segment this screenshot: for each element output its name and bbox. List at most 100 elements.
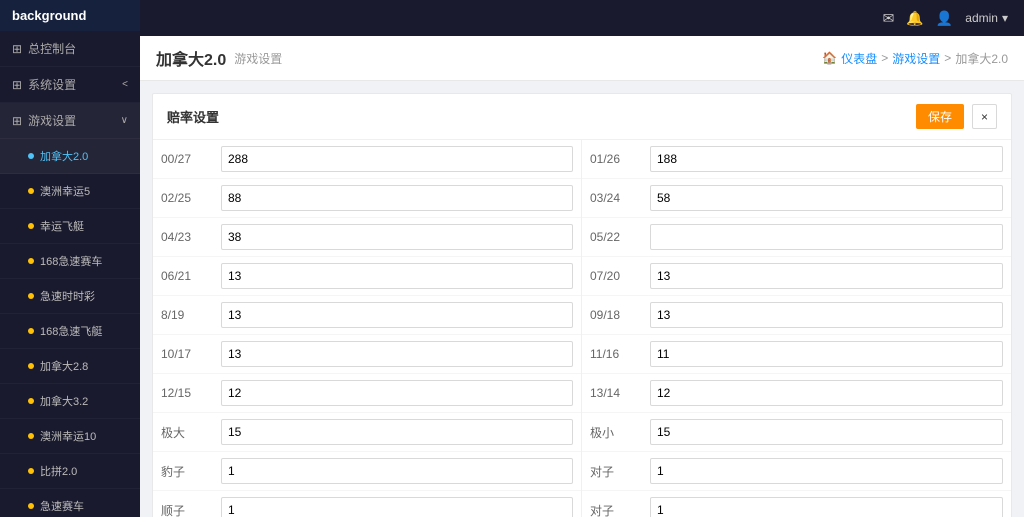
- odds-row-3: 06/21: [153, 257, 581, 296]
- odds-rrow-3: 07/20: [582, 257, 1011, 296]
- odds-input-4[interactable]: [221, 302, 573, 328]
- odds-input-0[interactable]: [221, 146, 573, 172]
- sidebar-item-lucky-fly[interactable]: 幸运飞艇: [0, 209, 140, 244]
- odds-rinput-9[interactable]: [650, 497, 1003, 517]
- odds-label-1: 02/25: [161, 191, 221, 205]
- sub-dot: [28, 223, 34, 229]
- odds-label-2: 04/23: [161, 230, 221, 244]
- close-button[interactable]: ×: [972, 104, 997, 129]
- odds-title: 赔率设置: [167, 107, 219, 126]
- email-icon[interactable]: ✉: [883, 10, 895, 27]
- odds-input-7[interactable]: [221, 419, 573, 445]
- odds-rlabel-8: 对子: [590, 463, 650, 480]
- sidebar-logo: background: [0, 0, 140, 31]
- odds-label-4: 8/19: [161, 308, 221, 322]
- odds-input-3[interactable]: [221, 263, 573, 289]
- odds-input-5[interactable]: [221, 341, 573, 367]
- odds-row-8: 豹子: [153, 452, 581, 491]
- odds-row-0: 00/27: [153, 140, 581, 179]
- dashboard-icon: ⊞: [12, 42, 22, 56]
- odds-rrow-0: 01/26: [582, 140, 1011, 179]
- sidebar-item-system[interactable]: ⊞ 系统设置 <: [0, 67, 140, 103]
- sidebar: background ⊞ 总控制台 ⊞ 系统设置 < ⊞ 游戏设置 ∨ 加拿大2…: [0, 0, 140, 517]
- odds-input-6[interactable]: [221, 380, 573, 406]
- odds-rinput-3[interactable]: [650, 263, 1003, 289]
- odds-rinput-4[interactable]: [650, 302, 1003, 328]
- odds-rinput-6[interactable]: [650, 380, 1003, 406]
- dropdown-arrow: ▾: [1002, 11, 1008, 25]
- odds-input-1[interactable]: [221, 185, 573, 211]
- system-icon: ⊞: [12, 78, 22, 92]
- sub-dot: [28, 188, 34, 194]
- sidebar-item-racing[interactable]: 急速赛车: [0, 489, 140, 517]
- odds-rinput-8[interactable]: [650, 458, 1003, 484]
- sub-dot: [28, 363, 34, 369]
- breadcrumb-parent[interactable]: 游戏设置: [892, 50, 940, 67]
- page-subtitle: 游戏设置: [234, 50, 282, 67]
- odds-rrow-5: 11/16: [582, 335, 1011, 374]
- sidebar-item-dashboard[interactable]: ⊞ 总控制台: [0, 31, 140, 67]
- odds-input-8[interactable]: [221, 458, 573, 484]
- odds-rrow-9: 对子: [582, 491, 1011, 517]
- sidebar-item-game-settings[interactable]: ⊞ 游戏设置 ∨: [0, 103, 140, 139]
- sidebar-item-canada28[interactable]: 加拿大2.8: [0, 349, 140, 384]
- odds-rinput-0[interactable]: [650, 146, 1003, 172]
- sidebar-item-canada2[interactable]: 加拿大2.0: [0, 139, 140, 174]
- user-icon[interactable]: 👤: [936, 10, 953, 27]
- odds-rinput-7[interactable]: [650, 419, 1003, 445]
- active-dot: [28, 153, 34, 159]
- odds-label-8: 豹子: [161, 463, 221, 480]
- odds-row-5: 10/17: [153, 335, 581, 374]
- odds-label-5: 10/17: [161, 347, 221, 361]
- sidebar-item-canada32[interactable]: 加拿大3.2: [0, 384, 140, 419]
- odds-row-4: 8/19: [153, 296, 581, 335]
- content-area: 赔率设置 保存 × 00/27 02/25: [140, 81, 1024, 517]
- page-title: 加拿大2.0: [156, 46, 226, 70]
- odds-rrow-7: 极小: [582, 413, 1011, 452]
- odds-input-2[interactable]: [221, 224, 573, 250]
- sidebar-item-168fly[interactable]: 168急速飞艇: [0, 314, 140, 349]
- odds-input-9[interactable]: [221, 497, 573, 517]
- odds-rrow-4: 09/18: [582, 296, 1011, 335]
- sidebar-item-canzhou10[interactable]: 澳洲幸运10: [0, 419, 140, 454]
- odds-card-header: 赔率设置 保存 ×: [153, 94, 1011, 140]
- odds-left-col: 00/27 02/25 04/23 06/21: [153, 140, 582, 517]
- odds-row-6: 12/15: [153, 374, 581, 413]
- odds-row-7: 极大: [153, 413, 581, 452]
- odds-rlabel-0: 01/26: [590, 152, 650, 166]
- bell-icon[interactable]: 🔔: [906, 10, 923, 27]
- odds-rrow-6: 13/14: [582, 374, 1011, 413]
- odds-rinput-5[interactable]: [650, 341, 1003, 367]
- sidebar-item-168racing[interactable]: 168急速赛车: [0, 244, 140, 279]
- game-arrow: ∨: [121, 115, 128, 126]
- odds-row-2: 04/23: [153, 218, 581, 257]
- odds-row-1: 02/25: [153, 179, 581, 218]
- odds-label-6: 12/15: [161, 386, 221, 400]
- breadcrumb-home-icon: 🏠: [822, 51, 837, 65]
- save-button[interactable]: 保存: [916, 104, 964, 129]
- odds-card: 赔率设置 保存 × 00/27 02/25: [152, 93, 1012, 517]
- odds-rrow-1: 03/24: [582, 179, 1011, 218]
- topbar: ✉ 🔔 👤 admin ▾: [140, 0, 1024, 36]
- username-label: admin: [965, 11, 998, 25]
- odds-rinput-1[interactable]: [650, 185, 1003, 211]
- odds-rrow-2: 05/22: [582, 218, 1011, 257]
- page-header: 加拿大2.0 游戏设置 🏠 仪表盘 > 游戏设置 > 加拿大2.0: [140, 36, 1024, 81]
- odds-label-9: 顺子: [161, 502, 221, 517]
- sub-dot: [28, 328, 34, 334]
- sub-dot: [28, 293, 34, 299]
- sub-dot: [28, 433, 34, 439]
- breadcrumb-home[interactable]: 仪表盘: [841, 50, 877, 67]
- odds-rrow-8: 对子: [582, 452, 1011, 491]
- topbar-user[interactable]: admin ▾: [965, 11, 1008, 25]
- sidebar-item-speed-timer[interactable]: 急速时时彩: [0, 279, 140, 314]
- odds-rlabel-9: 对子: [590, 502, 650, 517]
- odds-row-9: 顺子: [153, 491, 581, 517]
- odds-grid: 00/27 02/25 04/23 06/21: [153, 140, 1011, 517]
- sidebar-item-compare20[interactable]: 比拼2.0: [0, 454, 140, 489]
- sidebar-item-canzhou5[interactable]: 澳洲幸运5: [0, 174, 140, 209]
- odds-rlabel-5: 11/16: [590, 347, 650, 361]
- odds-rinput-2[interactable]: [650, 224, 1003, 250]
- breadcrumb-current: 加拿大2.0: [955, 50, 1008, 67]
- odds-rlabel-7: 极小: [590, 424, 650, 441]
